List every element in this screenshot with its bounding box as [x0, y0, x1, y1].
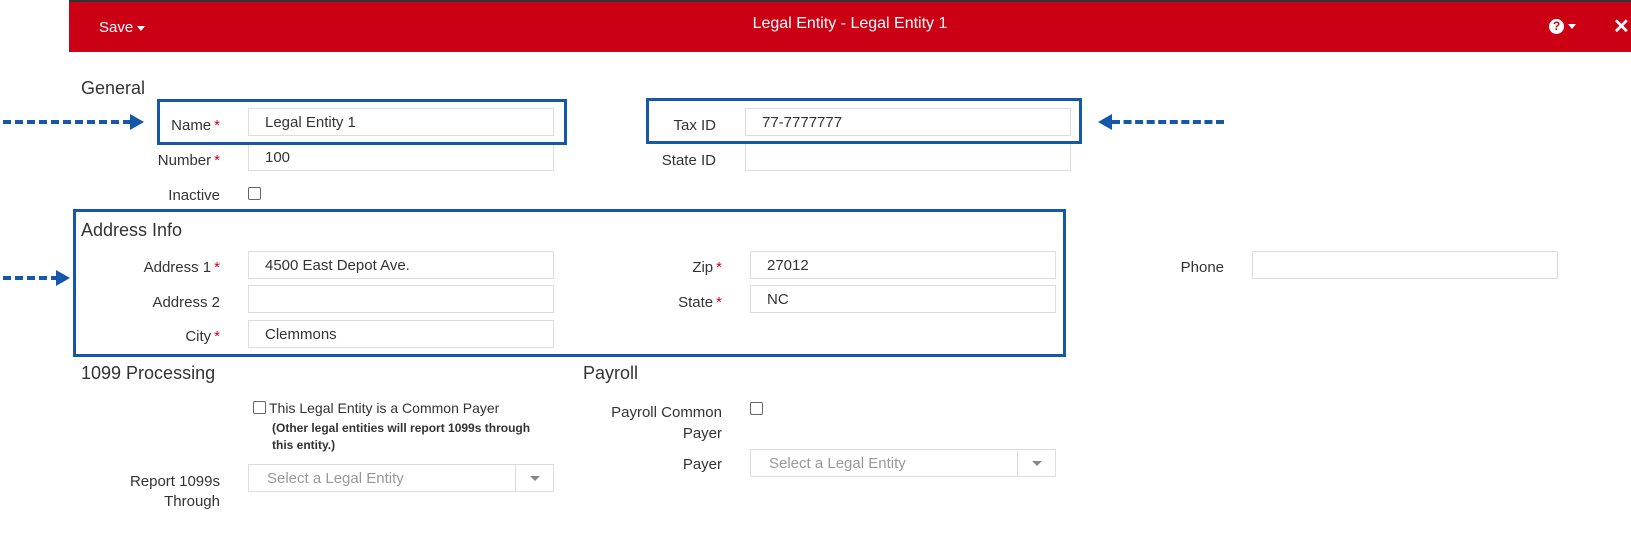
common-payer-checkbox[interactable]	[253, 401, 266, 414]
arrow-left-icon	[1098, 114, 1112, 130]
highlight-address-box	[73, 209, 1066, 357]
section-1099-title: 1099 Processing	[81, 363, 216, 383]
annotation-arrow-address	[3, 276, 59, 280]
payer-placeholder: Select a Legal Entity	[769, 455, 906, 472]
arrow-right-icon	[130, 114, 144, 130]
annotation-arrow-tax-id	[1112, 120, 1224, 124]
highlight-name-box	[157, 99, 567, 145]
annotation-arrow-name	[3, 120, 131, 124]
number-field[interactable]	[248, 143, 554, 171]
number-label: Number *	[157, 152, 220, 169]
header-bar: Save Legal Entity - Legal Entity 1 ? ✕	[69, 0, 1631, 52]
help-menu-button[interactable]: ?	[1549, 18, 1576, 36]
page-title: Legal Entity - Legal Entity 1	[752, 15, 948, 32]
section-payroll-title: Payroll	[583, 363, 639, 383]
phone-label: Phone	[1180, 259, 1224, 276]
chevron-down-icon[interactable]	[515, 465, 553, 491]
chevron-down-icon	[1568, 24, 1576, 30]
highlight-tax-id-box	[646, 98, 1082, 144]
report-1099s-select[interactable]: Select a Legal Entity	[248, 464, 554, 492]
payer-label: Payer	[682, 456, 722, 473]
arrow-right-icon	[56, 270, 70, 286]
payer-select[interactable]: Select a Legal Entity	[750, 449, 1056, 477]
state-id-field[interactable]	[745, 143, 1071, 171]
common-payer-label: This Legal Entity is a Common Payer	[269, 400, 500, 416]
chevron-down-icon[interactable]	[1017, 450, 1055, 476]
report-1099s-placeholder: Select a Legal Entity	[267, 470, 404, 487]
common-payer-note: (Other legal entities will report 1099s …	[272, 421, 531, 452]
payroll-common-payer-checkbox[interactable]	[750, 402, 763, 415]
inactive-label: Inactive	[168, 187, 220, 204]
report-1099s-label: Report 1099s Through	[129, 473, 220, 510]
section-general-title: General	[81, 78, 146, 98]
close-icon[interactable]: ✕	[1613, 14, 1630, 39]
inactive-checkbox[interactable]	[248, 187, 261, 200]
question-circle-icon: ?	[1549, 19, 1564, 35]
state-id-label: State ID	[661, 152, 716, 169]
payroll-common-payer-label: Payroll Common Payer	[611, 404, 722, 442]
phone-field[interactable]	[1252, 251, 1558, 279]
